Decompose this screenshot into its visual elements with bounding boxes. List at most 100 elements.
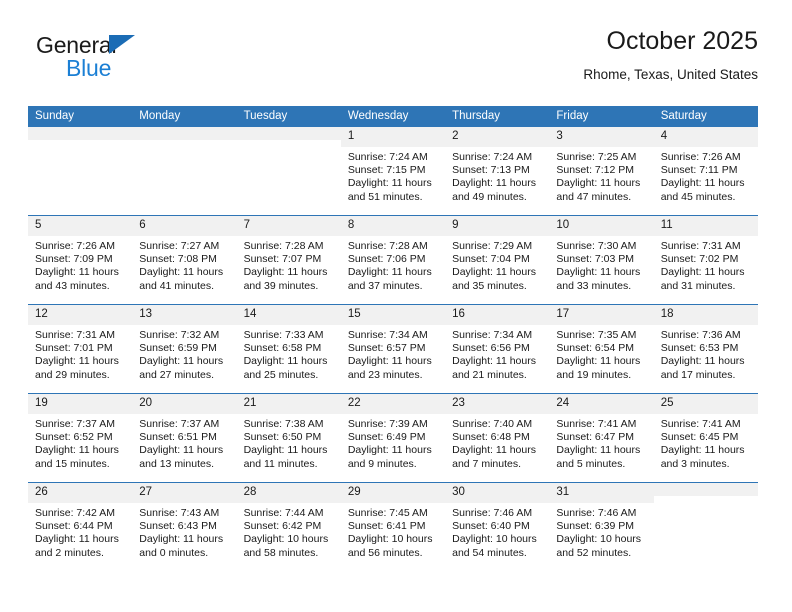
sunrise-text: Sunrise: 7:32 AM — [139, 329, 220, 341]
calendar-day-cell[interactable]: 26 Sunrise: 7:42 AM Sunset: 6:44 PM Dayligh… — [28, 482, 133, 571]
calendar-day-cell[interactable]: 20 Sunrise: 7:37 AM Sunset: 6:51 PM Dayligh… — [132, 393, 237, 483]
daylight-text: Daylight: 11 hours and 7 minutes. — [452, 444, 536, 470]
day-sun-info: Sunrise: 7:43 AM Sunset: 6:43 PM Daylight:… — [132, 503, 236, 560]
day-sun-info: Sunrise: 7:45 AM Sunset: 6:41 PM Daylight:… — [341, 503, 445, 560]
day-number: 13 — [132, 305, 237, 325]
calendar-day-cell[interactable]: 2 Sunrise: 7:24 AM Sunset: 7:13 PM Daylight… — [445, 126, 550, 216]
calendar-day-cell[interactable]: 23 Sunrise: 7:40 AM Sunset: 6:48 PM Dayligh… — [445, 393, 550, 483]
daylight-text: Daylight: 11 hours and 11 minutes. — [243, 444, 328, 470]
calendar-day-cell[interactable]: 15 Sunrise: 7:34 AM Sunset: 6:57 PM Dayligh… — [340, 304, 446, 394]
sunset-text: Sunset: 6:44 PM — [35, 520, 113, 533]
sunset-text: Sunset: 6:51 PM — [139, 431, 217, 444]
sunrise-text: Sunrise: 7:34 AM — [452, 329, 533, 341]
day-sun-info: Sunrise: 7:24 AM Sunset: 7:13 PM Daylight:… — [445, 147, 549, 204]
sunrise-text: Sunrise: 7:30 AM — [556, 240, 637, 252]
daylight-text: Daylight: 11 hours and 19 minutes. — [556, 355, 641, 381]
day-sun-info: Sunrise: 7:40 AM Sunset: 6:48 PM Daylight:… — [445, 414, 549, 471]
daylight-text: Daylight: 11 hours and 39 minutes. — [243, 266, 328, 292]
day-number — [132, 127, 237, 140]
day-sun-info: Sunrise: 7:31 AM Sunset: 7:02 PM Daylight:… — [654, 236, 758, 293]
calendar-day-cell[interactable]: 7 Sunrise: 7:28 AM Sunset: 7:07 PM Daylight… — [236, 215, 341, 305]
sunrise-text: Sunrise: 7:28 AM — [347, 240, 428, 252]
day-number: 4 — [653, 127, 758, 147]
calendar-day-cell[interactable]: 5 Sunrise: 7:26 AM Sunset: 7:09 PM Daylight… — [28, 215, 133, 305]
day-number: 21 — [236, 394, 341, 414]
day-number: 3 — [549, 127, 654, 147]
day-sun-info: Sunrise: 7:31 AM Sunset: 7:01 PM Daylight:… — [28, 325, 132, 382]
day-sun-info: Sunrise: 7:35 AM Sunset: 6:54 PM Daylight:… — [549, 325, 653, 382]
weekday-header-wednesday: Wednesday — [340, 106, 446, 127]
calendar-day-cell[interactable]: 17 Sunrise: 7:35 AM Sunset: 6:54 PM Dayligh… — [549, 304, 654, 394]
sunset-text: Sunset: 6:43 PM — [139, 520, 217, 533]
calendar-day-cell[interactable]: 10 Sunrise: 7:30 AM Sunset: 7:03 PM Dayligh… — [549, 215, 654, 305]
calendar-week-row: 26 Sunrise: 7:42 AM Sunset: 6:44 PM Dayligh… — [28, 482, 758, 571]
day-number: 15 — [340, 305, 446, 325]
calendar-day-cell[interactable]: 27 Sunrise: 7:43 AM Sunset: 6:43 PM Dayligh… — [132, 482, 237, 571]
daylight-text: Daylight: 11 hours and 35 minutes. — [452, 266, 536, 292]
daylight-text: Daylight: 10 hours and 58 minutes. — [243, 533, 329, 559]
sunset-text: Sunset: 7:07 PM — [243, 253, 322, 266]
calendar-day-cell[interactable]: 9 Sunrise: 7:29 AM Sunset: 7:04 PM Daylight… — [445, 215, 550, 305]
calendar-day-cell[interactable]: 12 Sunrise: 7:31 AM Sunset: 7:01 PM Dayligh… — [28, 304, 133, 394]
sunset-text: Sunset: 7:09 PM — [35, 253, 113, 266]
calendar-day-cell[interactable]: 25 Sunrise: 7:41 AM Sunset: 6:45 PM Dayligh… — [653, 393, 758, 483]
day-number: 1 — [340, 127, 446, 147]
day-number: 2 — [445, 127, 550, 147]
daylight-text: Daylight: 11 hours and 49 minutes. — [452, 177, 536, 203]
sunset-text: Sunset: 6:52 PM — [35, 431, 113, 444]
day-number: 9 — [445, 216, 550, 236]
calendar-day-cell[interactable]: 30 Sunrise: 7:46 AM Sunset: 6:40 PM Dayligh… — [445, 482, 550, 571]
calendar-day-cell[interactable]: 16 Sunrise: 7:34 AM Sunset: 6:56 PM Dayligh… — [445, 304, 550, 394]
calendar-empty-cell — [132, 126, 237, 216]
sunrise-text: Sunrise: 7:37 AM — [35, 418, 115, 430]
sunset-text: Sunset: 6:40 PM — [452, 520, 530, 533]
calendar-day-cell[interactable]: 31 Sunrise: 7:46 AM Sunset: 6:39 PM Dayligh… — [549, 482, 654, 571]
sunrise-text: Sunrise: 7:25 AM — [556, 151, 637, 163]
day-number: 17 — [549, 305, 654, 325]
calendar-day-cell[interactable]: 14 Sunrise: 7:33 AM Sunset: 6:58 PM Dayligh… — [236, 304, 341, 394]
sunset-text: Sunset: 7:06 PM — [347, 253, 426, 266]
daylight-text: Daylight: 11 hours and 5 minutes. — [556, 444, 641, 470]
calendar-day-cell[interactable]: 24 Sunrise: 7:41 AM Sunset: 6:47 PM Dayligh… — [549, 393, 654, 483]
day-number: 10 — [549, 216, 654, 236]
calendar-day-cell[interactable]: 22 Sunrise: 7:39 AM Sunset: 6:49 PM Dayligh… — [340, 393, 446, 483]
calendar-day-cell[interactable]: 19 Sunrise: 7:37 AM Sunset: 6:52 PM Dayligh… — [28, 393, 133, 483]
sunset-text: Sunset: 7:04 PM — [452, 253, 530, 266]
sunset-text: Sunset: 6:54 PM — [556, 342, 635, 355]
calendar-day-cell[interactable]: 18 Sunrise: 7:36 AM Sunset: 6:53 PM Dayligh… — [653, 304, 758, 394]
daylight-text: Daylight: 11 hours and 15 minutes. — [35, 444, 119, 470]
calendar-day-cell[interactable]: 29 Sunrise: 7:45 AM Sunset: 6:41 PM Dayligh… — [340, 482, 446, 571]
daylight-text: Daylight: 11 hours and 47 minutes. — [556, 177, 641, 203]
day-number: 6 — [132, 216, 237, 236]
calendar-day-cell[interactable]: 28 Sunrise: 7:44 AM Sunset: 6:42 PM Dayligh… — [236, 482, 341, 571]
day-number: 22 — [340, 394, 446, 414]
day-sun-info: Sunrise: 7:33 AM Sunset: 6:58 PM Daylight:… — [237, 325, 341, 382]
sunset-text: Sunset: 7:12 PM — [556, 164, 635, 177]
calendar-day-cell[interactable]: 13 Sunrise: 7:32 AM Sunset: 6:59 PM Dayligh… — [132, 304, 237, 394]
calendar-day-cell[interactable]: 1 Sunrise: 7:24 AM Sunset: 7:15 PM Daylight… — [340, 126, 446, 216]
day-sun-info: Sunrise: 7:25 AM Sunset: 7:12 PM Daylight:… — [549, 147, 653, 204]
day-sun-info: Sunrise: 7:46 AM Sunset: 6:40 PM Daylight:… — [445, 503, 549, 560]
daylight-text: Daylight: 11 hours and 41 minutes. — [139, 266, 224, 292]
sunrise-text: Sunrise: 7:41 AM — [660, 418, 741, 430]
sunset-text: Sunset: 6:53 PM — [660, 342, 739, 355]
day-number: 25 — [653, 394, 758, 414]
logo-text-blue: Blue — [66, 55, 112, 81]
calendar-day-cell[interactable]: 3 Sunrise: 7:25 AM Sunset: 7:12 PM Daylight… — [549, 126, 654, 216]
daylight-text: Daylight: 11 hours and 29 minutes. — [35, 355, 119, 381]
page-header: General Blue October 2025 Rhome, Texas, … — [28, 24, 758, 96]
calendar-day-cell[interactable]: 11 Sunrise: 7:31 AM Sunset: 7:02 PM Dayligh… — [653, 215, 758, 305]
calendar-day-cell[interactable]: 21 Sunrise: 7:38 AM Sunset: 6:50 PM Dayligh… — [236, 393, 341, 483]
calendar-day-cell[interactable]: 4 Sunrise: 7:26 AM Sunset: 7:11 PM Daylight… — [653, 126, 758, 216]
day-number: 11 — [653, 216, 758, 236]
day-number: 19 — [28, 394, 133, 414]
day-sun-info: Sunrise: 7:36 AM Sunset: 6:53 PM Daylight:… — [654, 325, 758, 382]
calendar-day-cell[interactable]: 8 Sunrise: 7:28 AM Sunset: 7:06 PM Daylight… — [340, 215, 446, 305]
calendar-day-cell[interactable]: 6 Sunrise: 7:27 AM Sunset: 7:08 PM Daylight… — [132, 215, 237, 305]
weekday-header-tuesday: Tuesday — [236, 106, 341, 127]
page-title: October 2025 — [606, 27, 759, 55]
daylight-text: Daylight: 10 hours and 52 minutes. — [556, 533, 642, 559]
sunrise-text: Sunrise: 7:28 AM — [243, 240, 324, 252]
daylight-text: Daylight: 11 hours and 51 minutes. — [347, 177, 432, 203]
day-sun-info: Sunrise: 7:30 AM Sunset: 7:03 PM Daylight:… — [549, 236, 653, 293]
